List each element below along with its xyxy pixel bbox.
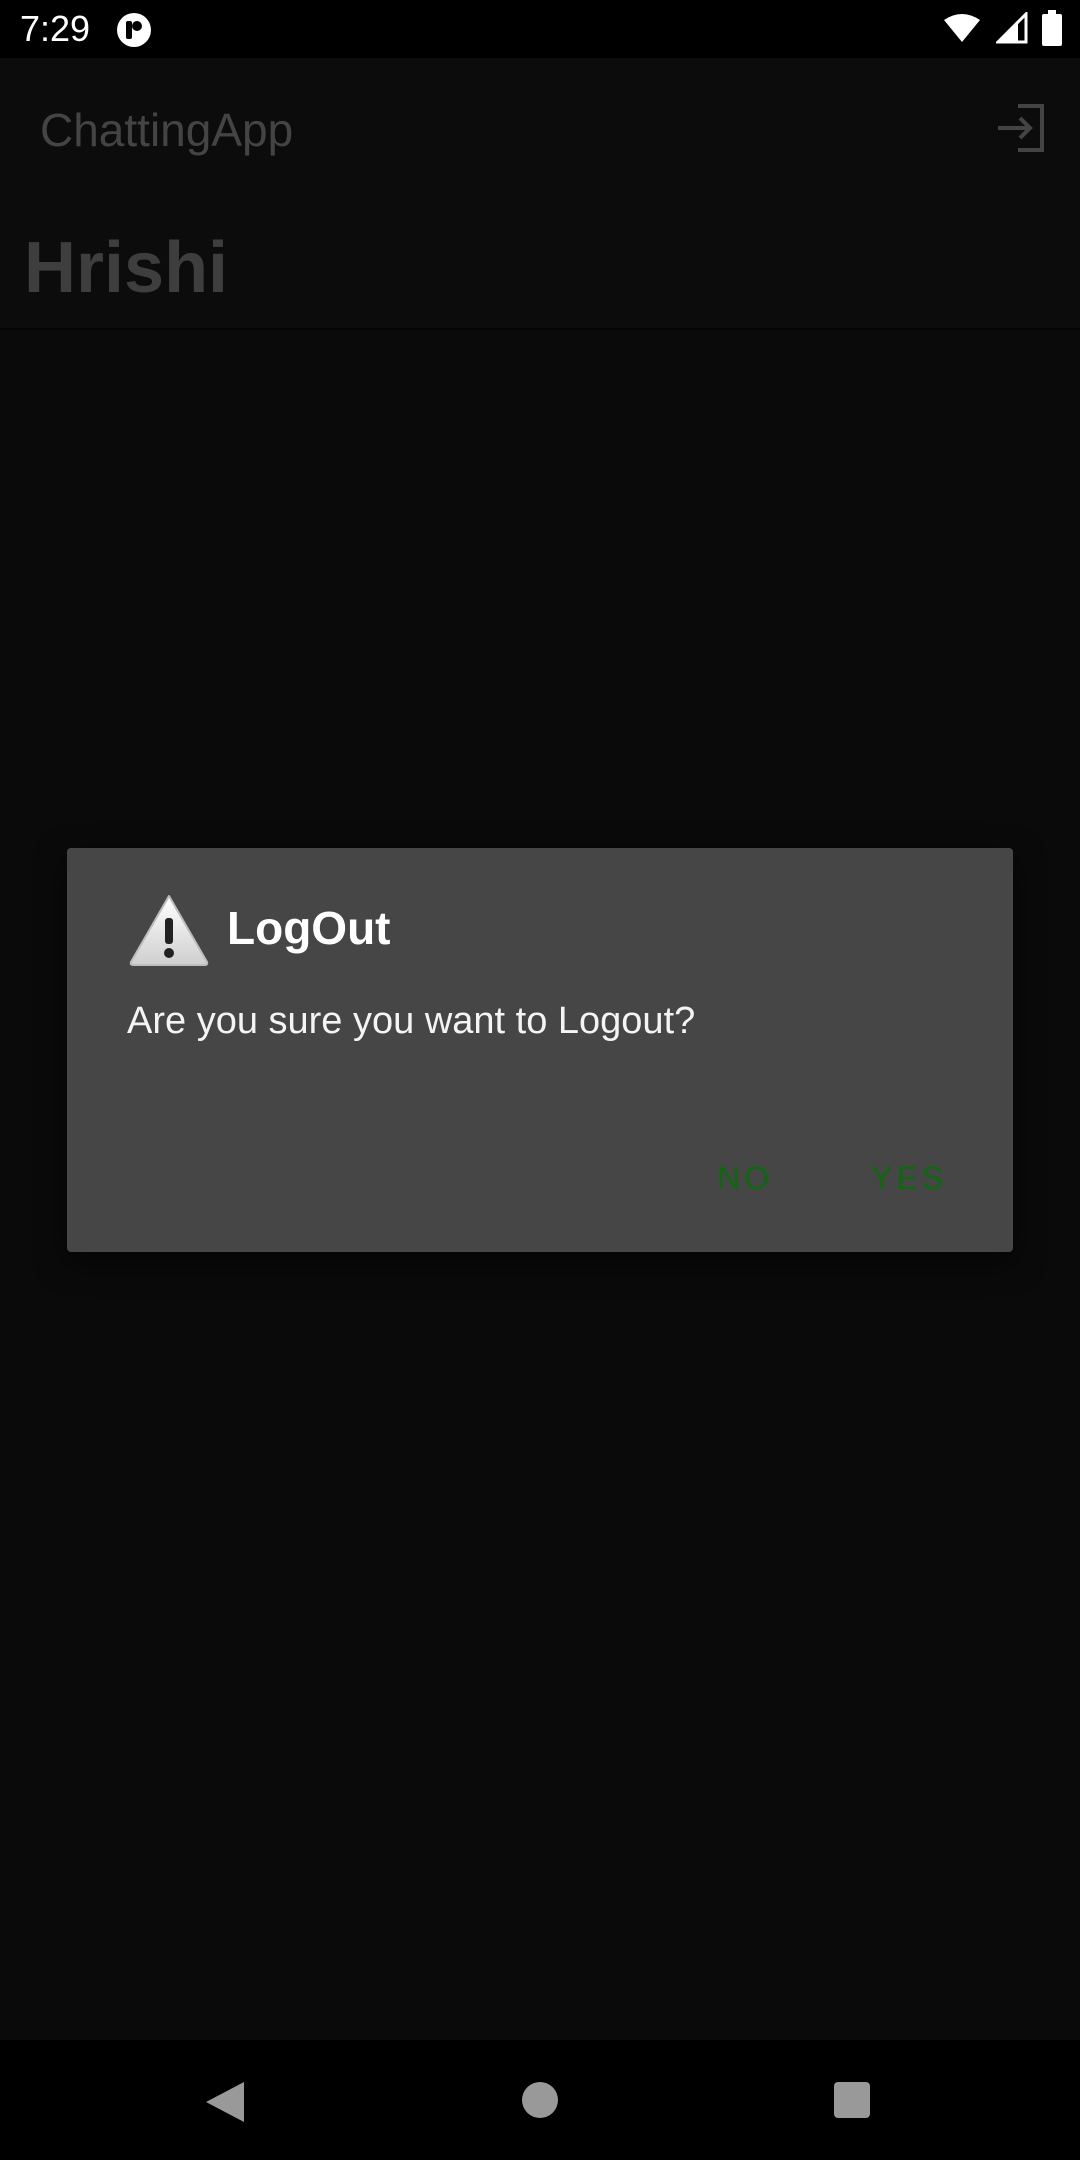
warning-icon — [127, 892, 211, 968]
logout-dialog: LogOut Are you sure you want to Logout? … — [67, 848, 1013, 1252]
dialog-message: Are you sure you want to Logout? — [127, 1000, 696, 1042]
wifi-icon — [942, 12, 982, 49]
signal-icon — [994, 9, 1028, 49]
app-notification-icon — [116, 12, 152, 48]
status-time: 7:29 — [20, 8, 91, 49]
dialog-title: LogOut — [227, 902, 391, 954]
navigation-bar — [0, 2040, 1080, 2160]
app-title: ChattingApp — [40, 104, 294, 156]
user-name: Hrishi — [24, 228, 229, 308]
battery-icon — [1042, 9, 1062, 51]
back-icon[interactable] — [204, 2080, 246, 2124]
recents-icon[interactable] — [834, 2082, 870, 2118]
status-bar: 7:29 — [0, 0, 1080, 58]
no-button[interactable]: NO — [717, 1158, 773, 1198]
logout-button[interactable] — [994, 100, 1050, 156]
logout-icon — [998, 104, 1044, 152]
home-icon[interactable] — [522, 2082, 558, 2118]
yes-button[interactable]: YES — [871, 1158, 947, 1198]
app-bar: ChattingApp Hrishi — [0, 58, 1080, 330]
status-icons — [942, 9, 1062, 51]
